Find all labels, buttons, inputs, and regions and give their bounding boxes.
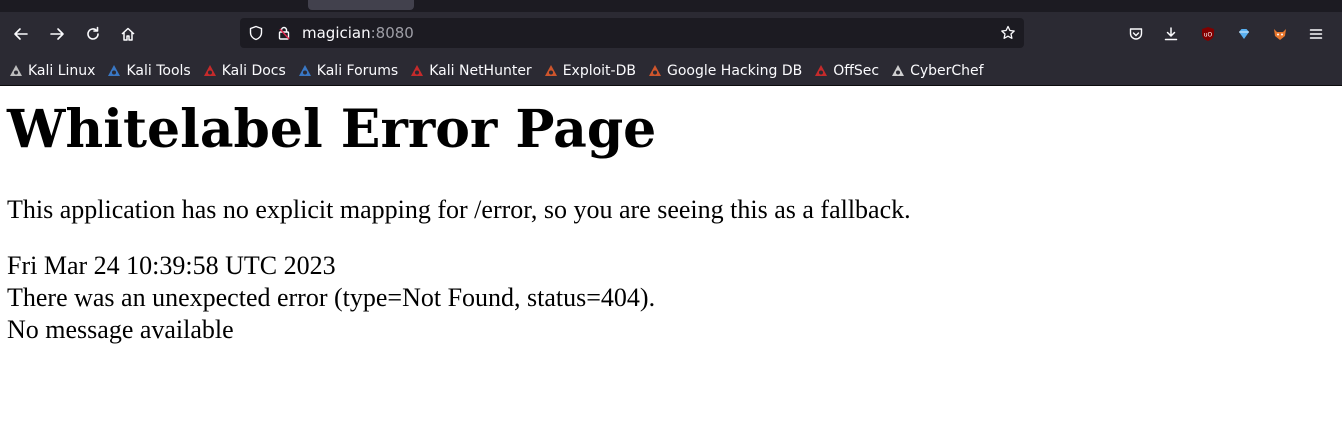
page-content: Whitelabel Error Page This application h… (0, 100, 1342, 346)
arrow-left-icon (14, 28, 28, 40)
extension-gem-button[interactable] (1230, 20, 1258, 48)
ghdb-icon (647, 63, 663, 79)
page-info-icon[interactable] (276, 25, 292, 41)
bookmark-item[interactable]: CyberChef (890, 63, 984, 79)
exploit-db-icon (543, 63, 559, 79)
active-tab[interactable] (308, 0, 414, 10)
error-explanation: This application has no explicit mapping… (7, 195, 911, 224)
offsec-icon (813, 63, 829, 79)
star-icon[interactable] (1000, 25, 1016, 41)
bookmark-item[interactable]: Kali NetHunter (409, 62, 532, 79)
back-button[interactable] (3, 16, 39, 52)
reload-button[interactable] (75, 16, 111, 52)
bookmarks-toolbar: Kali Linux Kali Tools Kali Docs Kali Forums… (0, 56, 1342, 86)
bookmark-item[interactable]: Kali Forums (297, 63, 398, 79)
tab-strip (0, 0, 1342, 12)
error-status-line: There was an unexpected error (type=Not … (7, 283, 656, 312)
kali-forums-icon (297, 63, 313, 79)
address-bar[interactable]: magician:8080 (240, 18, 1024, 48)
bookmark-label: Kali Forums (316, 62, 399, 79)
bookmark-item[interactable]: Google Hacking DB (647, 63, 802, 79)
url-port: :8080 (370, 24, 414, 42)
bookmark-item[interactable]: OffSec (813, 63, 879, 79)
cyberchef-icon (890, 63, 906, 79)
foxyproxy-extension-button[interactable] (1266, 20, 1294, 48)
pocket-icon (1129, 28, 1143, 40)
bookmark-item[interactable]: Exploit-DB (543, 63, 636, 79)
download-icon (1164, 27, 1178, 41)
bookmark-label: Kali Linux (28, 62, 96, 79)
kali-docs-icon (202, 63, 218, 79)
page-title: Whitelabel Error Page (7, 99, 657, 160)
kali-nethunter-icon (409, 63, 425, 79)
fox-extension-icon (1274, 29, 1286, 40)
bookmark-item[interactable]: Kali Tools (106, 62, 191, 79)
shield-icon[interactable] (248, 25, 264, 41)
ublock-extension-button[interactable]: uO (1194, 20, 1222, 48)
reload-icon (87, 26, 99, 40)
bookmark-label: Kali Tools (126, 62, 191, 79)
hamburger-menu-icon (1309, 29, 1323, 39)
bookmark-label: Kali NetHunter (429, 62, 532, 79)
bookmark-label: Exploit-DB (562, 62, 636, 79)
bookmark-label: CyberChef (910, 62, 984, 79)
error-timestamp: Fri Mar 24 10:39:58 UTC 2023 (7, 251, 336, 280)
pocket-button[interactable] (1122, 20, 1150, 48)
url-text[interactable]: magician:8080 (302, 24, 414, 42)
bookmark-label: OffSec (833, 62, 880, 79)
home-button[interactable] (110, 16, 146, 52)
error-message-detail: No message available (7, 315, 234, 344)
url-host: magician (302, 24, 371, 42)
forward-button[interactable] (39, 16, 75, 52)
error-details: Fri Mar 24 10:39:58 UTC 2023 There was a… (7, 250, 1335, 346)
bookmark-item[interactable]: Kali Linux (8, 63, 95, 79)
navigation-toolbar: magician:8080 uO (0, 12, 1342, 56)
app-menu-button[interactable] (1302, 20, 1330, 48)
bookmark-label: Google Hacking DB (666, 62, 803, 79)
kali-dragon-icon (8, 63, 24, 79)
gem-extension-icon (1239, 29, 1249, 39)
kali-tools-icon (106, 63, 122, 79)
home-icon (121, 27, 135, 41)
ublock-origin-icon: uO (1202, 27, 1214, 41)
bookmark-item[interactable]: Kali Docs (202, 63, 286, 79)
downloads-button[interactable] (1157, 20, 1185, 48)
bookmark-label: Kali Docs (221, 62, 286, 79)
arrow-right-icon (50, 28, 64, 40)
svg-text:uO: uO (1204, 32, 1213, 39)
